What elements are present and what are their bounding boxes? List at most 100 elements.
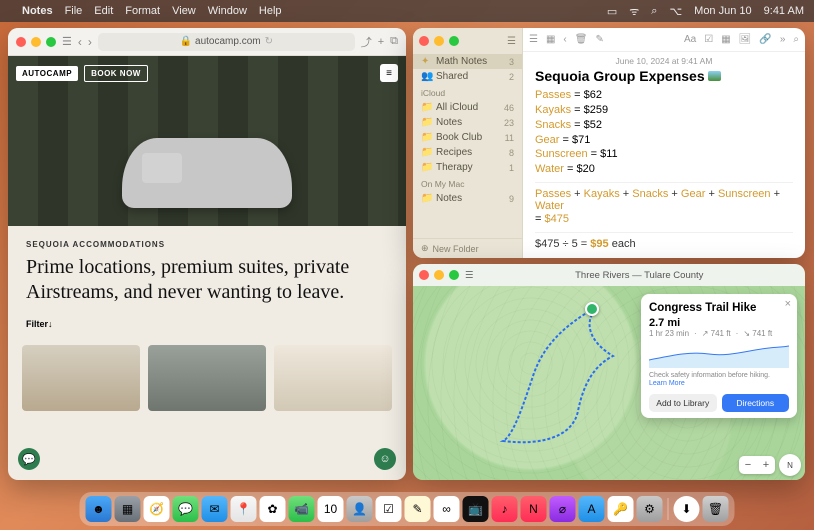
gallery-view-icon[interactable]: ▦	[546, 34, 555, 45]
minimize-button[interactable]	[434, 270, 444, 280]
dock-messages[interactable]	[173, 496, 199, 522]
media-icon[interactable]: 🖼	[739, 34, 752, 45]
new-tab-icon[interactable]: +	[378, 36, 384, 48]
zoom-button[interactable]	[449, 36, 459, 46]
battery-icon[interactable]: ▭	[607, 5, 617, 18]
new-folder-button[interactable]: ⊕ New Folder	[413, 238, 522, 258]
site-logo[interactable]: AUTOCAMP	[16, 66, 78, 81]
directions-button[interactable]: Directions	[722, 394, 790, 412]
dock-freeform[interactable]	[434, 496, 460, 522]
address-bar[interactable]: 🔒autocamp.com ↻	[98, 33, 355, 51]
zoom-button[interactable]	[449, 270, 459, 280]
checklist-icon[interactable]: ☑	[704, 34, 713, 45]
search-icon[interactable]: ⌕	[651, 5, 657, 18]
chat-fab[interactable]: 💬	[18, 448, 40, 470]
link-icon[interactable]: 🔗	[759, 34, 771, 45]
accommodation-thumb[interactable]	[22, 345, 140, 411]
dock-podcasts[interactable]	[550, 496, 576, 522]
dock-contacts[interactable]	[347, 496, 373, 522]
list-view-icon[interactable]: ☰	[529, 34, 538, 45]
zoom-button[interactable]	[46, 37, 56, 47]
sidebar-label: All iCloud	[436, 102, 478, 113]
sidebar-item-math-notes[interactable]: ✦ Math Notes 3	[413, 54, 522, 69]
search-note-icon[interactable]: ⌕	[793, 34, 799, 45]
sidebar-item-recipes[interactable]: 📁Recipes8	[413, 145, 522, 160]
menu-edit[interactable]: Edit	[94, 5, 113, 17]
smartfolder-icon: ✦	[421, 56, 431, 67]
maps-sidebar-icon[interactable]: ☰	[465, 270, 474, 281]
sidebar-item-shared[interactable]: 👥 Shared 2	[413, 69, 522, 84]
note-body[interactable]: Sequoia Group Expenses Passes = $62Kayak…	[523, 68, 805, 258]
filter-button[interactable]: Filter↓	[26, 319, 388, 329]
menu-view[interactable]: View	[172, 5, 196, 17]
minimize-button[interactable]	[434, 36, 444, 46]
menubar-date[interactable]: Mon Jun 10	[694, 5, 751, 17]
add-to-library-button[interactable]: Add to Library	[649, 394, 717, 412]
dock-safari[interactable]	[144, 496, 170, 522]
menu-format[interactable]: Format	[125, 5, 160, 17]
back-note-icon[interactable]: ‹	[563, 34, 566, 45]
book-now-button[interactable]: BOOK NOW	[84, 65, 148, 82]
sidebar-item-book-club[interactable]: 📁Book Club11	[413, 130, 522, 145]
compose-icon[interactable]: ✎	[595, 34, 603, 45]
accommodation-thumb[interactable]	[148, 345, 266, 411]
dock-system-settings[interactable]	[637, 496, 663, 522]
sidebar-collapse-icon[interactable]: ☰	[507, 36, 516, 47]
more-icon[interactable]: »	[780, 34, 786, 45]
accommodation-thumb[interactable]	[274, 345, 392, 411]
dock-facetime[interactable]	[289, 496, 315, 522]
hamburger-menu[interactable]: ≡	[380, 64, 398, 82]
dock-notes[interactable]	[405, 496, 431, 522]
dock-downloads[interactable]	[674, 496, 700, 522]
dock-trash[interactable]	[703, 496, 729, 522]
dock-maps[interactable]	[231, 496, 257, 522]
wifi-icon[interactable]: ᯤ	[629, 4, 639, 19]
dock-music[interactable]	[492, 496, 518, 522]
expense-line: Snacks = $52	[535, 118, 793, 133]
dock-tv[interactable]	[463, 496, 489, 522]
sidebar-label: Math Notes	[436, 56, 487, 67]
back-button[interactable]: ‹	[78, 35, 82, 49]
dock-finder[interactable]	[86, 496, 112, 522]
dock-news[interactable]	[521, 496, 547, 522]
zoom-out-button[interactable]: −	[739, 456, 757, 474]
close-button[interactable]	[419, 270, 429, 280]
compass-button[interactable]: N	[779, 454, 801, 476]
forward-button[interactable]: ›	[88, 35, 92, 49]
share-icon[interactable]: ⤴	[361, 34, 372, 50]
format-icon[interactable]: Aa	[684, 34, 696, 45]
sidebar-item-therapy[interactable]: 📁Therapy1	[413, 160, 522, 175]
trailhead-pin[interactable]	[585, 302, 599, 316]
sidebar-count: 46	[504, 103, 514, 113]
desktop: ☰ ‹ › 🔒autocamp.com ↻ ⤴ + ⧉ AUTOCAMP BOO…	[0, 22, 814, 490]
sidebar-toggle-icon[interactable]: ☰	[62, 35, 72, 48]
accessibility-fab[interactable]: ☺	[374, 448, 396, 470]
close-card-icon[interactable]: ×	[785, 298, 791, 310]
dock-mail[interactable]	[202, 496, 228, 522]
zoom-in-button[interactable]: +	[757, 456, 775, 474]
dock-launchpad[interactable]	[115, 496, 141, 522]
close-button[interactable]	[16, 37, 26, 47]
tabs-icon[interactable]: ⧉	[390, 35, 398, 48]
dock-app-store[interactable]	[579, 496, 605, 522]
table-icon[interactable]: ▦	[721, 34, 730, 45]
folder-icon: 📁	[421, 102, 431, 113]
minimize-button[interactable]	[31, 37, 41, 47]
sidebar-item-all-icloud[interactable]: 📁 All iCloud 46	[413, 100, 522, 115]
dock-reminders[interactable]	[376, 496, 402, 522]
dock-photos[interactable]	[260, 496, 286, 522]
learn-more-link[interactable]: Learn More	[649, 380, 685, 387]
menubar-time[interactable]: 9:41 AM	[764, 5, 804, 17]
menu-help[interactable]: Help	[259, 5, 282, 17]
dock-passwords[interactable]	[608, 496, 634, 522]
sidebar-item-local-notes[interactable]: 📁Notes9	[413, 191, 522, 206]
dock	[80, 492, 735, 526]
sidebar-item-notes[interactable]: 📁Notes23	[413, 115, 522, 130]
dock-calendar[interactable]	[318, 496, 344, 522]
control-center-icon[interactable]: ⌥	[669, 5, 682, 18]
delete-icon[interactable]: 🗑	[575, 34, 588, 45]
app-menu[interactable]: Notes	[22, 5, 53, 17]
menu-file[interactable]: File	[65, 5, 83, 17]
close-button[interactable]	[419, 36, 429, 46]
menu-window[interactable]: Window	[208, 5, 247, 17]
